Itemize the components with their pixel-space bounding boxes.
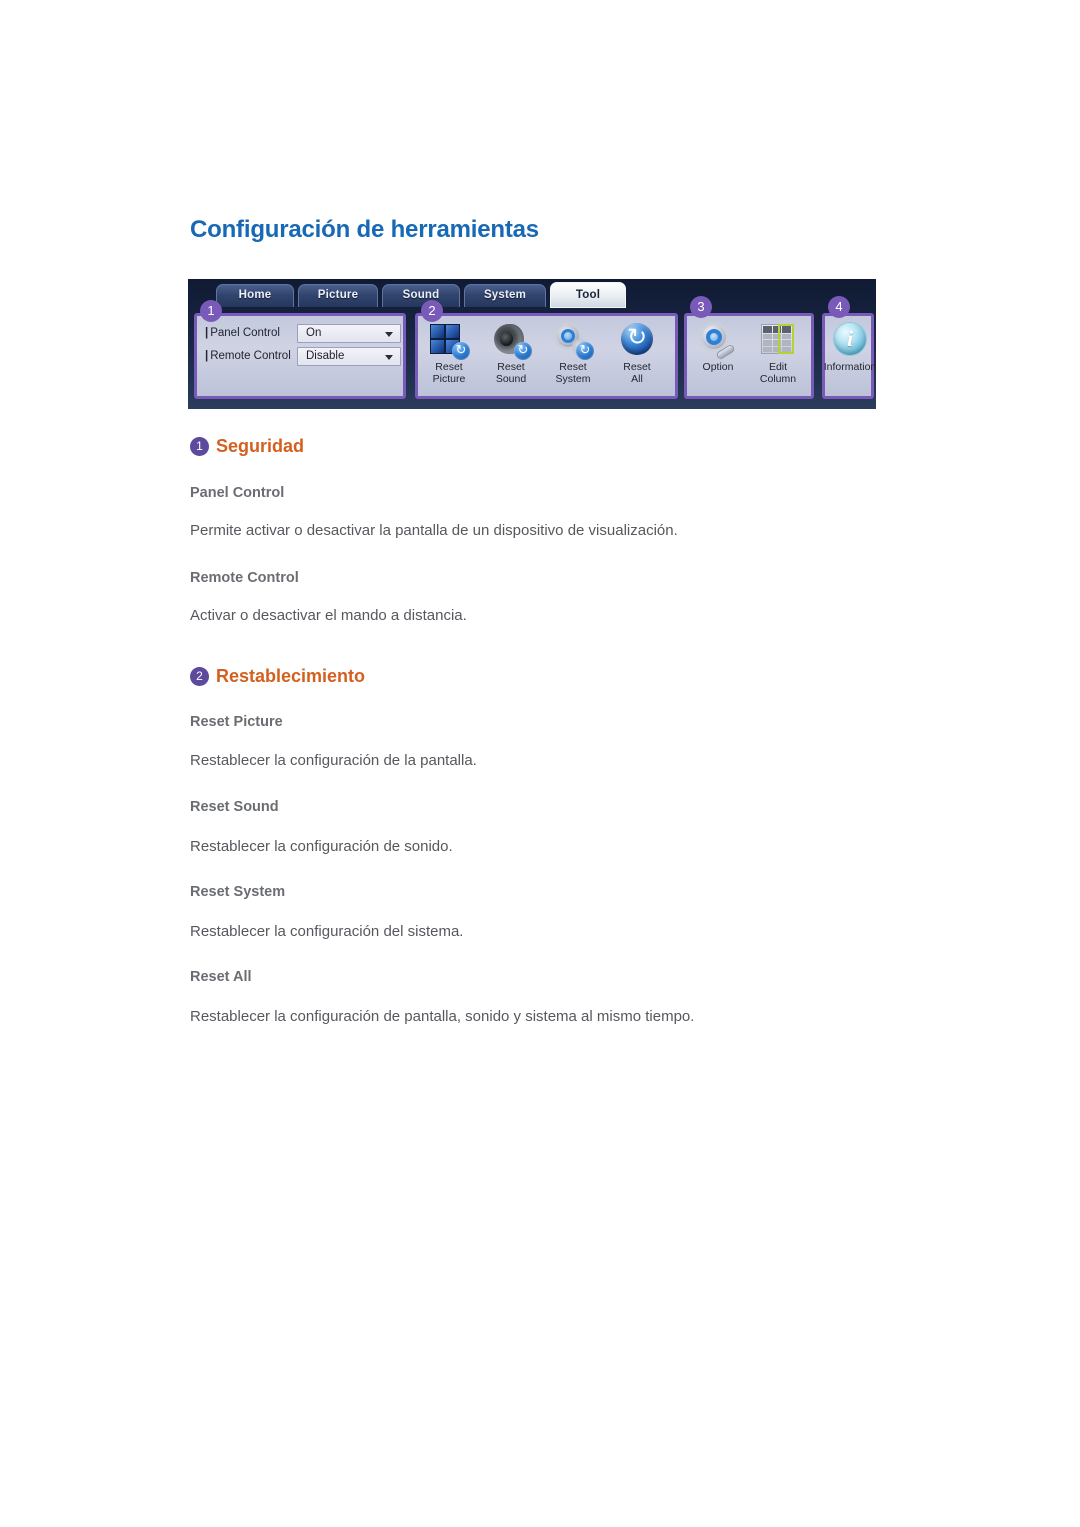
reset-all-icon: [617, 321, 657, 360]
tool-toolbar-figure: Home Picture Sound System Tool Panel Con…: [188, 279, 876, 409]
information-label: Information: [823, 361, 876, 373]
desc-reset-picture: Restablecer la configuración de la panta…: [190, 752, 477, 769]
edit-column-label: Edit Column: [759, 361, 797, 385]
section-badge-1: 1: [190, 437, 209, 456]
tab-tool[interactable]: Tool: [550, 282, 626, 308]
desc-reset-sound: Restablecer la configuración de sonido.: [190, 838, 453, 855]
section-heading-seguridad: 1 Seguridad: [190, 436, 304, 457]
desc-panel-control: Permite activar o desactivar la pantalla…: [190, 522, 678, 539]
section-heading-1-text: Seguridad: [216, 436, 305, 456]
group-information: Information: [821, 313, 876, 399]
tab-sound[interactable]: Sound: [382, 284, 460, 307]
section-heading-restablecimiento: 2 Restablecimiento: [190, 666, 365, 687]
refresh-badge-icon: [514, 341, 532, 360]
reset-picture-label: Reset Picture: [432, 361, 466, 385]
reset-picture-button[interactable]: Reset Picture: [420, 320, 478, 398]
refresh-badge-icon: [576, 341, 594, 360]
tab-home[interactable]: Home: [216, 284, 294, 307]
term-reset-sound: Reset Sound: [190, 799, 279, 815]
group-reset: Reset Picture Reset Sound Reset System: [415, 313, 678, 399]
reset-sound-label: Reset Sound: [495, 361, 527, 385]
setting-row-panel-control: Panel Control On: [205, 324, 401, 343]
panel-control-dropdown[interactable]: On: [297, 324, 401, 343]
panel-control-value: On: [306, 327, 322, 339]
information-button[interactable]: Information: [821, 320, 876, 398]
edit-column-button[interactable]: Edit Column: [749, 320, 807, 398]
remote-control-label: Remote Control: [205, 347, 291, 366]
reset-sound-icon: [491, 322, 532, 360]
term-reset-picture: Reset Picture: [190, 714, 283, 730]
remote-control-dropdown[interactable]: Disable: [297, 347, 401, 366]
section-heading-2-text: Restablecimiento: [216, 666, 366, 686]
reset-all-label: Reset All: [623, 361, 651, 385]
desc-reset-all: Restablecer la configuración de pantalla…: [190, 1008, 695, 1025]
term-reset-system: Reset System: [190, 884, 286, 900]
group-option: Option Edit Column: [684, 313, 814, 399]
desc-remote-control: Activar o desactivar el mando a distanci…: [190, 607, 467, 624]
callout-badge-2: 2: [421, 300, 443, 322]
option-label: Option: [702, 361, 734, 373]
osd-tab-strip: Home Picture Sound System Tool: [188, 279, 876, 308]
section-badge-2: 2: [190, 667, 209, 686]
setting-row-remote-control: Remote Control Disable: [205, 347, 401, 366]
term-panel-control: Panel Control: [190, 485, 285, 501]
callout-badge-1: 1: [200, 300, 222, 322]
callout-badge-4: 4: [828, 296, 850, 318]
document-page: Configuración de herramientas Home Pictu…: [0, 0, 1080, 1527]
information-icon: [830, 322, 870, 360]
panel-control-label: Panel Control: [205, 324, 280, 343]
term-remote-control: Remote Control: [190, 570, 299, 586]
term-reset-all: Reset All: [190, 969, 252, 985]
page-title: Configuración de herramientas: [190, 216, 539, 243]
reset-sound-button[interactable]: Reset Sound: [482, 320, 540, 398]
edit-column-icon: [758, 322, 798, 360]
group-security: Panel Control On Remote Control Disable: [194, 313, 406, 399]
reset-system-button[interactable]: Reset System: [544, 320, 602, 398]
reset-system-label: Reset System: [555, 361, 591, 385]
callout-badge-3: 3: [690, 296, 712, 318]
tab-picture[interactable]: Picture: [298, 284, 378, 307]
chevron-down-icon: [385, 332, 393, 337]
option-button[interactable]: Option: [689, 320, 747, 398]
reset-all-button[interactable]: Reset All: [608, 320, 666, 398]
reset-picture-icon: [429, 322, 470, 360]
desc-reset-system: Restablecer la configuración del sistema…: [190, 923, 464, 940]
remote-control-value: Disable: [306, 350, 345, 362]
refresh-badge-icon: [452, 341, 470, 360]
chevron-down-icon: [385, 355, 393, 360]
tab-system[interactable]: System: [464, 284, 546, 307]
reset-system-icon: [553, 322, 594, 360]
option-gear-wrench-icon: [698, 322, 738, 360]
